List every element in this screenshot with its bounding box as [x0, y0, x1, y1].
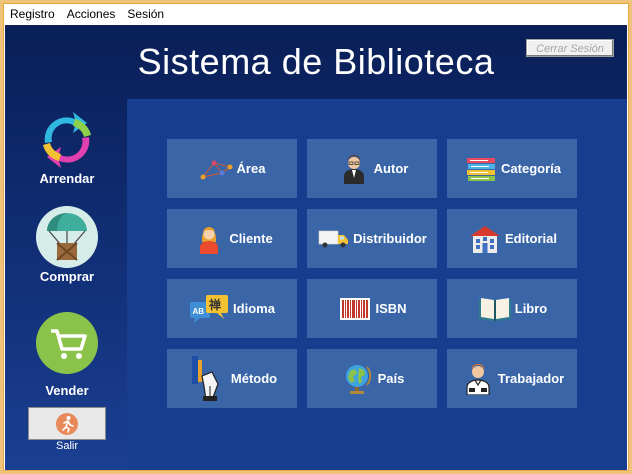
app-window: Registro Acciones Sesión Sistema de Bibl…	[3, 3, 629, 471]
main-area: Sistema de Biblioteca Cerrar Sesión Arre…	[5, 25, 627, 470]
menu-acciones[interactable]: Acciones	[61, 4, 122, 24]
tile-label: Libro	[514, 301, 548, 316]
network-nodes-icon	[199, 153, 235, 185]
client-woman-icon	[191, 223, 227, 255]
tile-label: Trabajador	[497, 371, 565, 386]
svg-text:禅: 禅	[208, 297, 221, 312]
author-person-icon	[336, 153, 372, 185]
barcode-icon	[337, 293, 373, 325]
tile-idioma[interactable]: AB 禅 Idioma	[167, 279, 297, 338]
tile-categoria[interactable]: Categoría	[447, 139, 577, 198]
open-book-icon	[477, 293, 513, 325]
delivery-truck-icon	[317, 223, 351, 255]
refresh-arrows-icon	[43, 112, 91, 168]
sidebar-item-label: Arrendar	[39, 171, 95, 186]
tile-label: Autor	[373, 161, 409, 176]
menu-bar: Registro Acciones Sesión	[4, 4, 628, 24]
menu-sesion[interactable]: Sesión	[121, 4, 170, 24]
tile-label: Idioma	[233, 301, 275, 316]
tile-trabajador[interactable]: Trabajador	[447, 349, 577, 408]
fountain-pen-icon	[187, 355, 229, 402]
running-person-icon	[56, 413, 78, 435]
parachute-box-icon	[36, 206, 98, 268]
sidebar-item-label: Comprar	[39, 269, 95, 284]
sidebar-item-label: Vender	[45, 383, 89, 398]
exit-label: Salir	[55, 440, 78, 452]
tile-distribuidor[interactable]: Distribuidor	[307, 209, 437, 268]
logout-button[interactable]: Cerrar Sesión	[526, 39, 614, 57]
catalog-panel: Área Autor Categoría Cliente Distribuido…	[127, 99, 627, 470]
tile-label: Método	[230, 371, 278, 386]
tile-label: ISBN	[375, 301, 407, 316]
tile-isbn[interactable]: ISBN	[307, 279, 437, 338]
globe-icon	[340, 363, 376, 395]
menu-registro[interactable]: Registro	[4, 4, 61, 24]
publisher-building-icon	[467, 223, 503, 255]
shopping-cart-icon	[36, 312, 98, 374]
tile-label: Categoría	[501, 161, 561, 176]
tile-metodo[interactable]: Método	[167, 349, 297, 408]
exit-button[interactable]: Salir	[28, 407, 106, 452]
tile-editorial[interactable]: Editorial	[447, 209, 577, 268]
tile-pais[interactable]: País	[307, 349, 437, 408]
stacked-books-icon	[463, 153, 499, 185]
tile-label: Distribuidor	[353, 231, 427, 246]
tile-libro[interactable]: Libro	[447, 279, 577, 338]
tile-autor[interactable]: Autor	[307, 139, 437, 198]
tile-label: País	[377, 371, 405, 386]
tile-label: Editorial	[504, 231, 557, 246]
tile-area[interactable]: Área	[167, 139, 297, 198]
tile-label: Área	[236, 161, 266, 176]
sidebar-item-comprar[interactable]: Comprar	[17, 205, 117, 284]
svg-text:AB: AB	[193, 307, 205, 316]
sidebar-item-vender[interactable]: Vender	[17, 311, 117, 398]
language-bubbles-icon: AB 禅	[189, 293, 231, 325]
tile-label: Cliente	[229, 231, 273, 246]
tile-cliente[interactable]: Cliente	[167, 209, 297, 268]
sidebar-item-arrendar[interactable]: Arrendar	[17, 109, 117, 186]
worker-icon	[460, 363, 496, 395]
